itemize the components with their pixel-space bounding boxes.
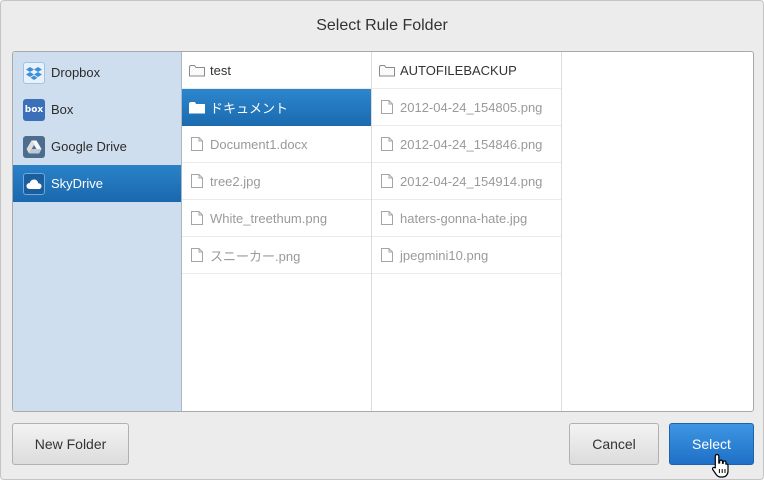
select-folder-dialog: Select Rule Folder Dropbox box Box Googl…	[0, 0, 764, 480]
services-sidebar: Dropbox box Box Google Drive SkyDrive	[13, 52, 182, 411]
file-icon	[189, 137, 205, 151]
folder-item[interactable]: AUTOFILEBACKUP	[372, 52, 561, 89]
folder-browser: Dropbox box Box Google Drive SkyDrive te…	[12, 51, 754, 412]
sidebar-item-skydrive[interactable]: SkyDrive	[13, 165, 181, 202]
folder-column-3	[562, 52, 753, 411]
item-label: ドキュメント	[210, 100, 289, 116]
file-item[interactable]: Document1.docx	[182, 126, 371, 163]
sidebar-item-label: Google Drive	[51, 139, 127, 154]
file-item[interactable]: 2012-04-24_154805.png	[372, 89, 561, 126]
item-label: test	[210, 62, 231, 78]
item-label: White_treethum.png	[210, 210, 328, 226]
sidebar-item-label: Dropbox	[51, 65, 101, 80]
file-item[interactable]: jpegmini10.png	[372, 237, 561, 274]
file-icon	[379, 100, 395, 114]
folder-icon	[189, 63, 205, 77]
sidebar-item-label: SkyDrive	[51, 176, 104, 191]
file-item[interactable]: tree2.jpg	[182, 163, 371, 200]
item-label: AUTOFILEBACKUP	[400, 62, 517, 78]
folder-icon	[379, 63, 395, 77]
sidebar-item-dropbox[interactable]: Dropbox	[13, 54, 181, 91]
folder-item[interactable]: test	[182, 52, 371, 89]
sidebar-item-label: Box	[51, 102, 74, 117]
file-item[interactable]: 2012-04-24_154914.png	[372, 163, 561, 200]
skydrive-icon	[23, 172, 45, 195]
file-item[interactable]: スニーカー.png	[182, 237, 371, 274]
file-item[interactable]: haters-gonna-hate.jpg	[372, 200, 561, 237]
folder-column-1: test ドキュメント Document1.docx tree2.jpg Whi…	[182, 52, 372, 411]
file-item[interactable]: White_treethum.png	[182, 200, 371, 237]
file-icon	[379, 248, 395, 262]
item-label: haters-gonna-hate.jpg	[400, 210, 528, 226]
file-icon	[379, 174, 395, 188]
item-label: tree2.jpg	[210, 173, 261, 189]
file-icon	[189, 248, 205, 262]
folder-column-2: AUTOFILEBACKUP 2012-04-24_154805.png 201…	[372, 52, 562, 411]
dialog-title: Select Rule Folder	[316, 17, 448, 34]
hand-cursor-icon	[711, 453, 729, 478]
sidebar-item-box[interactable]: box Box	[13, 91, 181, 128]
file-icon	[379, 211, 395, 225]
folder-item-selected[interactable]: ドキュメント	[182, 89, 371, 126]
google-drive-icon	[23, 135, 45, 158]
item-label: jpegmini10.png	[400, 247, 489, 263]
file-item[interactable]: 2012-04-24_154846.png	[372, 126, 561, 163]
file-icon	[189, 211, 205, 225]
file-icon	[379, 137, 395, 151]
new-folder-button[interactable]: New Folder	[12, 423, 129, 465]
item-label: Document1.docx	[210, 136, 308, 152]
dropbox-icon	[23, 61, 45, 84]
item-label: 2012-04-24_154846.png	[400, 136, 543, 152]
file-icon	[189, 174, 205, 188]
item-label: 2012-04-24_154914.png	[400, 173, 543, 189]
item-label: 2012-04-24_154805.png	[400, 99, 543, 115]
cancel-button[interactable]: Cancel	[569, 423, 659, 465]
sidebar-item-google-drive[interactable]: Google Drive	[13, 128, 181, 165]
folder-icon	[189, 100, 205, 114]
box-icon: box	[23, 98, 45, 121]
item-label: スニーカー.png	[210, 248, 301, 264]
